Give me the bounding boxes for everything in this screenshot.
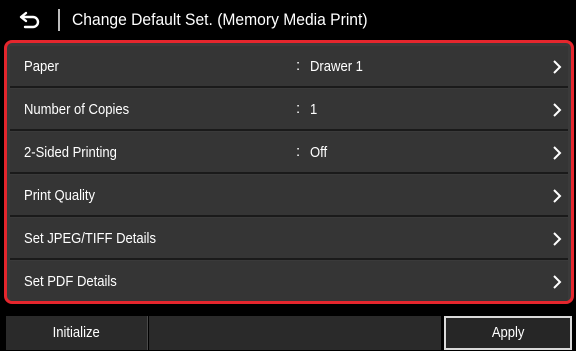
initialize-button[interactable]: Initialize — [6, 316, 148, 350]
setting-label: 2-Sided Printing — [24, 145, 117, 161]
settings-list: Paper : Drawer 1 Number of Copies : 1 2-… — [4, 40, 574, 304]
setting-row-jpeg-tiff-details[interactable]: Set JPEG/TIFF Details — [10, 218, 568, 260]
back-arrow-icon — [19, 11, 41, 29]
back-button[interactable] — [6, 4, 54, 36]
setting-value: Drawer 1 — [310, 59, 363, 75]
initialize-label: Initialize — [52, 325, 101, 341]
header-bar: Change Default Set. (Memory Media Print) — [0, 0, 576, 40]
setting-row-print-quality[interactable]: Print Quality — [10, 175, 568, 217]
setting-row-pdf-details[interactable]: Set PDF Details — [10, 261, 568, 301]
setting-row-paper[interactable]: Paper : Drawer 1 — [10, 46, 568, 88]
setting-label: Print Quality — [24, 188, 96, 204]
chevron-right-icon — [552, 59, 562, 75]
apply-button[interactable]: Apply — [444, 316, 572, 350]
setting-label: Number of Copies — [24, 102, 130, 118]
chevron-right-icon — [552, 231, 562, 247]
chevron-right-icon — [552, 145, 562, 161]
setting-colon: : — [296, 57, 301, 74]
footer-spacer — [149, 316, 441, 350]
screen: Change Default Set. (Memory Media Print)… — [0, 0, 576, 351]
setting-label: Paper — [24, 59, 59, 75]
setting-row-number-of-copies[interactable]: Number of Copies : 1 — [10, 89, 568, 131]
setting-value: Off — [310, 145, 328, 161]
footer-bar: Initialize Apply — [0, 308, 576, 351]
setting-colon: : — [296, 143, 301, 160]
setting-label: Set PDF Details — [24, 274, 117, 290]
header-divider — [58, 9, 60, 31]
setting-colon: : — [296, 100, 301, 117]
chevron-right-icon — [552, 188, 562, 204]
chevron-right-icon — [552, 274, 562, 290]
setting-value: 1 — [310, 102, 318, 118]
setting-row-2-sided-printing[interactable]: 2-Sided Printing : Off — [10, 132, 568, 174]
chevron-right-icon — [552, 102, 562, 118]
apply-label: Apply — [491, 325, 525, 341]
setting-label: Set JPEG/TIFF Details — [24, 231, 156, 247]
page-title: Change Default Set. (Memory Media Print) — [72, 10, 368, 29]
